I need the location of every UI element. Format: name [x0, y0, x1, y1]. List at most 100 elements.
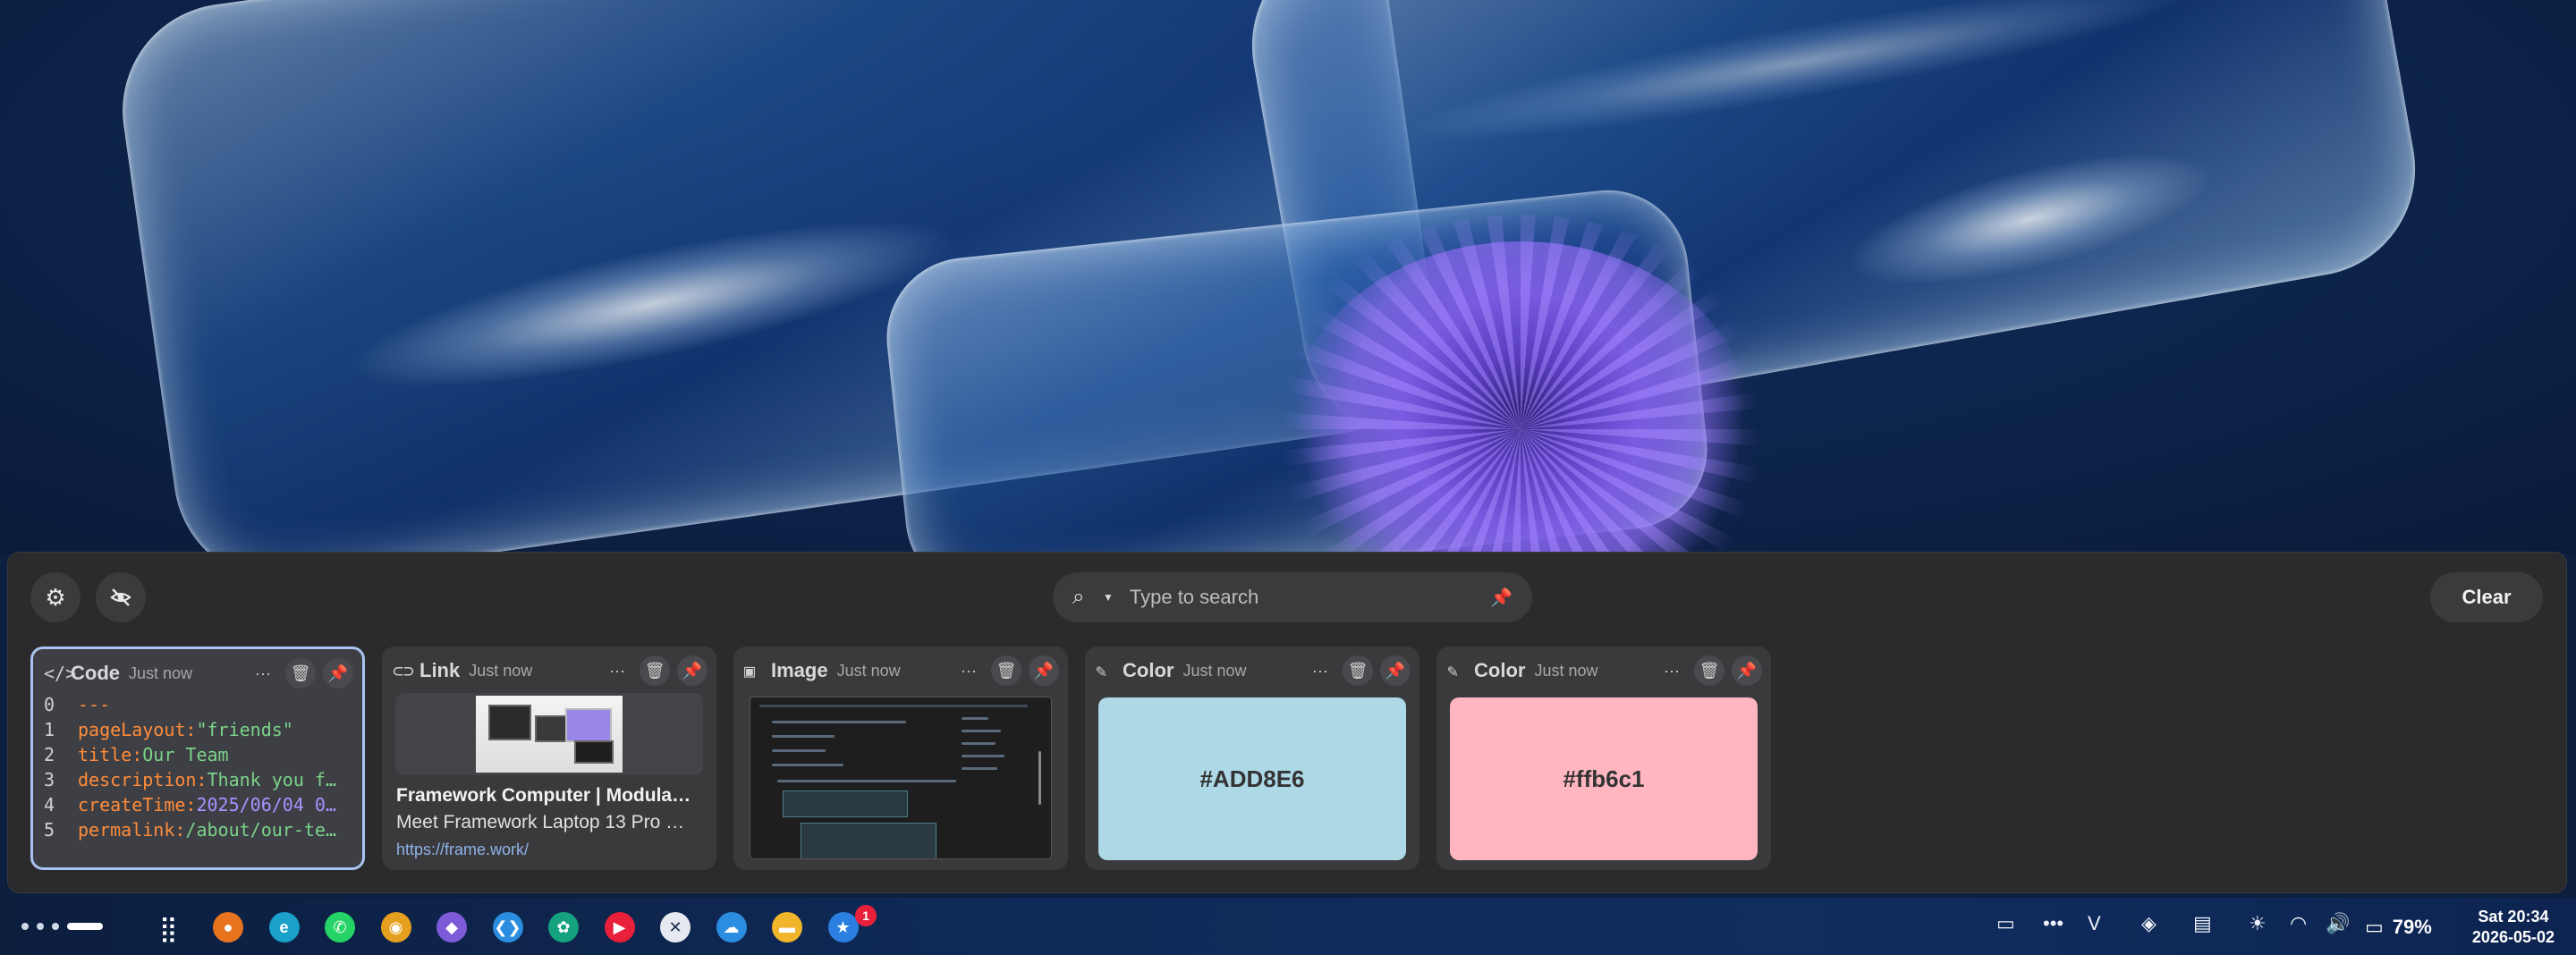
search-bar[interactable]: ⌕ ▼ 📌	[1053, 572, 1532, 622]
incognito-button[interactable]	[96, 572, 146, 622]
clipboard-icon[interactable]: ▤	[2193, 912, 2212, 935]
code-value: Our Team	[142, 744, 229, 765]
code-value: "friends"	[196, 719, 293, 740]
delete-icon[interactable]: 🗑	[285, 658, 316, 689]
eyedropper-icon: ✎	[1096, 660, 1107, 681]
code-value: Thank you f…	[207, 769, 337, 790]
clock[interactable]: Sat 20:34 2026-05-02	[2472, 907, 2555, 948]
workspace-dot[interactable]	[21, 923, 29, 930]
firefox-icon[interactable]: ●	[213, 912, 243, 942]
card-header: ▣ Image Just now ··· 🗑 📌	[744, 655, 1059, 686]
edge-icon[interactable]: e	[268, 912, 300, 942]
pin-icon[interactable]: 📌	[677, 655, 708, 686]
card-type-label: Image	[771, 659, 828, 681]
delete-icon[interactable]: 🗑	[640, 655, 670, 686]
x-app-icon[interactable]: ✕	[660, 912, 691, 942]
clipboard-card-image[interactable]: ▣ Image Just now ··· 🗑 📌	[733, 647, 1068, 870]
card-header: ✎ Color Just now ··· 🗑 📌	[1096, 655, 1411, 686]
more-icon[interactable]: ···	[1657, 655, 1687, 686]
eyedropper-icon: ✎	[1447, 660, 1459, 681]
battery-saver-icon[interactable]: ▭	[1996, 912, 2015, 935]
copilot-icon[interactable]: ◈	[2141, 912, 2157, 935]
line-number: 4	[44, 794, 55, 816]
link-icon: ⊂⊃	[393, 660, 415, 681]
files-icon[interactable]: ▬	[772, 912, 802, 942]
code-key: title:	[78, 744, 143, 765]
pin-icon[interactable]: 📌	[1029, 655, 1059, 686]
search-input[interactable]	[1129, 586, 1491, 609]
delete-icon[interactable]: 🗑	[1694, 655, 1724, 686]
color-swatch: #ADD8E6	[1098, 697, 1406, 860]
more-icon[interactable]: ···	[248, 658, 278, 689]
obsidian-icon[interactable]: ◆	[436, 912, 467, 942]
code-line: 3 description: Thank you f…	[44, 767, 353, 792]
card-type-label: Code	[71, 662, 120, 684]
chevron-down-icon[interactable]: ▼	[1103, 591, 1114, 604]
volume-icon[interactable]: 🔊	[2326, 912, 2350, 935]
code-line: 1 pageLayout: "friends"	[44, 717, 353, 742]
more-tray-icon[interactable]: •••	[2043, 912, 2063, 935]
clock-date: 2026-05-02	[2471, 928, 2555, 946]
workspace-indicator[interactable]	[21, 923, 103, 930]
notification-badge: 1	[855, 905, 877, 926]
pin-icon[interactable]: 📌	[1380, 655, 1411, 686]
clipboard-card-color[interactable]: ✎ Color Just now ··· 🗑 📌 #ADD8E6	[1085, 647, 1419, 870]
youtube-music-icon[interactable]: ▶	[604, 912, 635, 942]
code-line: 4 createTime: 2025/06/04 0…	[44, 792, 353, 817]
battery-percent: 79%	[2392, 916, 2432, 938]
more-icon[interactable]: ···	[602, 655, 632, 686]
workspace-dot[interactable]	[37, 923, 44, 930]
line-number: 2	[44, 744, 55, 765]
code-icon: </>	[44, 663, 77, 684]
card-type-label: Color	[1123, 659, 1174, 681]
incognito-icon	[110, 588, 131, 606]
delete-icon[interactable]: 🗑	[991, 655, 1021, 686]
line-number: 0	[44, 694, 55, 715]
brightness-icon[interactable]: ☀	[2249, 912, 2267, 935]
clipboard-card-code[interactable]: </> Code Just now ··· 🗑 📌 0 --- 1 pageLa…	[30, 647, 365, 870]
whatsapp-icon[interactable]: ✆	[325, 912, 355, 942]
tray-app-icon[interactable]: V	[2088, 912, 2101, 935]
code-key: description:	[78, 769, 208, 790]
battery-indicator[interactable]: ▭ 79%	[2365, 916, 2432, 939]
search-icon: ⌕	[1072, 585, 1085, 609]
clipboard-card-color[interactable]: ✎ Color Just now ··· 🗑 📌 #ffb6c1	[1436, 647, 1771, 870]
app-launcher-icon[interactable]: ⣿	[159, 914, 178, 943]
battery-icon: ▭	[2365, 916, 2384, 938]
pin-icon[interactable]: 📌	[1732, 655, 1762, 686]
code-line: 2 title: Our Team	[44, 742, 353, 767]
code-key: createTime:	[78, 794, 197, 816]
code-key: pageLayout:	[78, 719, 197, 740]
taskbar: ⣿ ● e ✆ ◉ ◆ ❮❯ ✿ ▶ ✕ ☁ ▬ ★ 1 ▭ ••• V ◈ ▤ ☀ ◠ 🔊 ▭ 79…	[0, 898, 2576, 955]
clear-button[interactable]: Clear	[2430, 572, 2543, 622]
code-value: /about/our-te…	[185, 819, 336, 841]
delete-icon[interactable]: 🗑	[1343, 655, 1373, 686]
chatgpt-icon[interactable]: ✿	[548, 912, 579, 942]
onedrive-icon[interactable]: ☁	[716, 912, 747, 942]
color-swatch: #ffb6c1	[1450, 697, 1758, 860]
app-store-icon[interactable]: ★	[827, 912, 859, 942]
workspace-dot-active[interactable]	[67, 923, 103, 930]
pin-filter-icon[interactable]: 📌	[1490, 587, 1513, 609]
desktop-wallpaper	[0, 0, 2576, 554]
link-url[interactable]: https://frame.work/	[396, 841, 529, 859]
clipboard-panel: ⚙ ⌕ ▼ 📌 Clear </> Code Just now ··· 🗑 📌 …	[7, 552, 2567, 893]
card-time-label: Just now	[1182, 661, 1247, 680]
code-value: 2025/06/04 0…	[196, 794, 336, 816]
code-line: 5 permalink: /about/our-te…	[44, 817, 353, 842]
clipboard-card-link[interactable]: ⊂⊃ Link Just now ··· 🗑 📌 Framework Compu…	[382, 647, 716, 870]
pin-icon[interactable]: 📌	[323, 658, 353, 689]
link-description: Meet Framework Laptop 13 Pro …	[396, 812, 685, 832]
code-key: ---	[78, 694, 111, 715]
code-line: 0 ---	[44, 692, 353, 717]
vscode-icon[interactable]: ❮❯	[492, 912, 523, 942]
more-icon[interactable]: ···	[953, 655, 984, 686]
settings-button[interactable]: ⚙	[30, 572, 80, 622]
line-number: 1	[44, 719, 55, 740]
chrome-icon[interactable]: ◉	[380, 912, 411, 942]
card-type-label: Link	[419, 659, 461, 681]
more-icon[interactable]: ···	[1305, 655, 1335, 686]
wifi-icon[interactable]: ◠	[2290, 912, 2307, 935]
workspace-dot[interactable]	[52, 923, 59, 930]
laptop-thumbnail	[476, 696, 623, 773]
